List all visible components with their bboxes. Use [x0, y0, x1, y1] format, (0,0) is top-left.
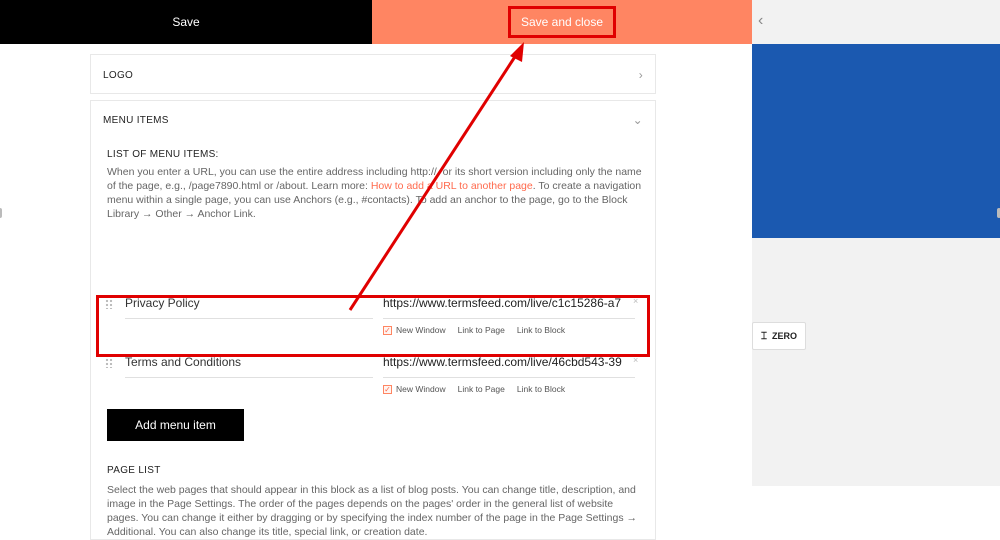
save-button[interactable]: Save	[0, 0, 372, 44]
link-to-block-link[interactable]: Link to Block	[517, 384, 565, 394]
menu-item-row: Terms and Conditions https://www.termsfe…	[103, 346, 639, 402]
new-window-label: New Window	[396, 325, 446, 335]
menu-item-url-field[interactable]: https://www.termsfeed.com/live/46cbd543-…	[383, 346, 635, 378]
link-to-block-link[interactable]: Link to Block	[517, 325, 565, 335]
save-and-close-button[interactable]: Save and close	[372, 0, 752, 44]
add-menu-item-button[interactable]: Add menu item	[107, 409, 244, 441]
zero-icon: ⌶	[760, 330, 767, 342]
menu-item-options: ✓ New Window Link to Page Link to Block	[383, 384, 565, 395]
zero-label: ZERO	[771, 331, 797, 341]
menu-items-section-header[interactable]: MENU ITEMS ⌄	[91, 101, 655, 139]
add-url-help-link[interactable]: How to add a URL to another page	[371, 180, 533, 192]
logo-section[interactable]: LOGO ›	[90, 54, 656, 94]
menu-items-description: When you enter a URL, you can use the en…	[107, 165, 643, 221]
save-and-close-label: Save and close	[507, 6, 617, 38]
page-list-description: Select the web pages that should appear …	[107, 484, 638, 538]
clear-icon[interactable]: ×	[633, 296, 638, 306]
checkmark-icon: ✓	[383, 385, 392, 395]
link-to-page-link[interactable]: Link to Page	[458, 325, 505, 335]
link-to-page-link[interactable]: Link to Page	[458, 384, 505, 394]
menu-items-section-title: MENU ITEMS	[103, 114, 169, 126]
drag-handle-icon[interactable]	[105, 295, 113, 309]
menu-item-title-field[interactable]: Privacy Policy	[125, 287, 373, 319]
menu-items-section: MENU ITEMS ⌄ LIST OF MENU ITEMS: When yo…	[90, 100, 656, 540]
list-of-menu-items-title: LIST OF MENU ITEMS:	[107, 149, 219, 160]
chevron-right-icon: ›	[638, 68, 643, 82]
page-list-title: PAGE LIST	[107, 465, 161, 476]
drag-handle-icon[interactable]	[105, 354, 113, 368]
clear-icon[interactable]: ×	[633, 355, 638, 365]
settings-content: LOGO › MENU ITEMS ⌄ LIST OF MENU ITEMS: …	[90, 54, 656, 540]
checkmark-icon: ✓	[383, 326, 392, 336]
menu-item-row: Privacy Policy https://www.termsfeed.com…	[103, 287, 639, 343]
chevron-left-icon[interactable]: ‹	[758, 12, 763, 30]
new-window-label: New Window	[396, 384, 446, 394]
top-toolbar: Save Save and close	[0, 0, 752, 44]
preview-blue-block	[752, 44, 1000, 238]
menu-item-url-field[interactable]: https://www.termsfeed.com/live/c1c15286-…	[383, 287, 635, 319]
logo-section-title: LOGO	[103, 69, 134, 81]
menu-item-options: ✓ New Window Link to Page Link to Block	[383, 325, 565, 336]
menu-item-title-field[interactable]: Terms and Conditions	[125, 346, 373, 378]
new-window-checkbox[interactable]: ✓ New Window	[383, 384, 446, 395]
new-window-checkbox[interactable]: ✓ New Window	[383, 325, 446, 336]
left-edge-handle	[0, 208, 2, 218]
zero-button[interactable]: ⌶ ZERO	[752, 322, 806, 350]
logo-section-header[interactable]: LOGO ›	[91, 55, 655, 95]
chevron-down-icon: ⌄	[632, 113, 643, 127]
